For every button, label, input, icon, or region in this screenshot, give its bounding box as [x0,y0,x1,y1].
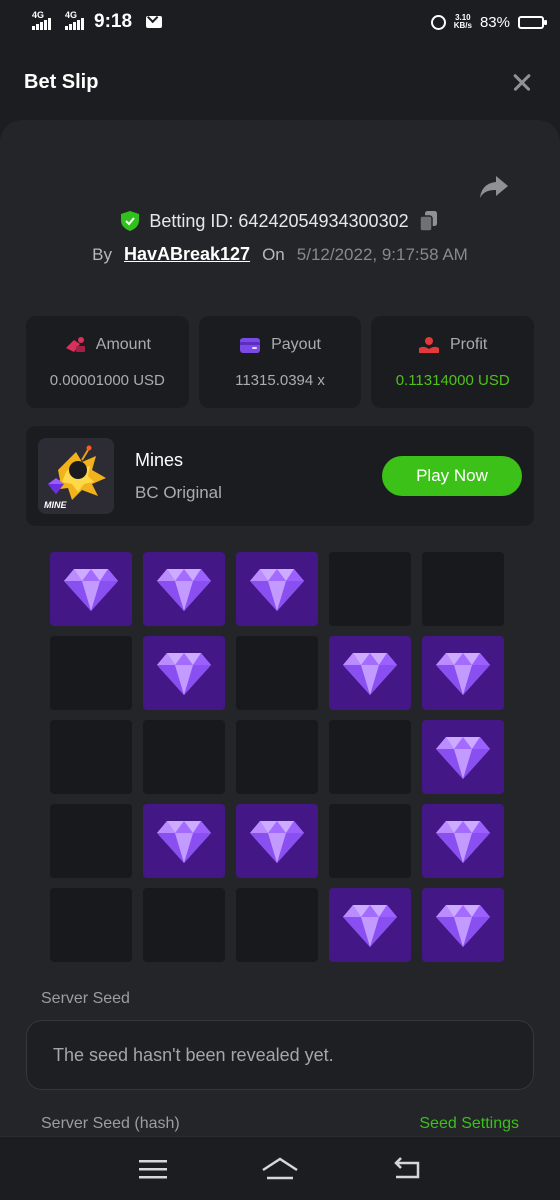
gem-icon [250,569,304,611]
empty-tile[interactable] [50,804,132,878]
game-provider: BC Original [135,482,222,502]
gem-tile[interactable] [236,804,318,878]
status-bar: 4G 4G 9:18 3.10 KB/s 83% [0,0,560,44]
gem-tile[interactable] [143,804,225,878]
game-card: MINE Mines BC Original Play Now [26,426,534,526]
betting-id: Betting ID: 64242054934300302 [149,210,409,231]
empty-tile[interactable] [50,636,132,710]
stat-value: 0.11314000 USD [395,371,510,389]
gem-tile[interactable] [422,804,504,878]
server-seed-label: Server Seed [41,990,130,1007]
menu-icon[interactable] [133,1154,173,1184]
mail-icon [146,16,163,28]
stat-profit: Profit 0.11314000 USD [371,316,535,408]
bet-stats: Amount 0.00001000 USD Payout 11315.0394 … [26,316,535,408]
game-name: Mines [135,449,184,470]
game-thumb-text: MINE [44,500,67,510]
username-link[interactable]: HavABreak127 [124,244,250,265]
empty-tile[interactable] [329,720,411,794]
gem-tile[interactable] [236,552,318,626]
game-thumbnail[interactable]: MINE [38,438,114,514]
empty-tile[interactable] [236,888,318,962]
empty-tile[interactable] [329,804,411,878]
gem-icon [343,653,397,695]
bet-datetime: 5/12/2022, 9:17:58 AM [296,245,468,264]
gem-tile[interactable] [143,636,225,710]
amount-icon [65,336,85,352]
gem-icon [64,569,118,611]
wallet-icon [240,337,261,353]
gem-tile[interactable] [329,888,411,962]
back-icon[interactable] [387,1154,427,1184]
gem-tile[interactable] [50,552,132,626]
gem-icon [436,737,490,779]
gem-icon [343,905,397,947]
copy-icon[interactable] [418,210,439,232]
gem-icon [436,821,490,863]
bet-author-row: By HavABreak127 On 5/12/2022, 9:17:58 AM [0,244,560,265]
empty-tile[interactable] [329,552,411,626]
net-speed-unit: KB/s [453,21,472,30]
empty-tile[interactable] [143,720,225,794]
play-now-button[interactable]: Play Now [382,456,522,496]
signal-icon: 4G [65,10,84,30]
gem-tile[interactable] [143,552,225,626]
battery-icon [518,15,547,29]
gem-icon [157,569,211,611]
stat-amount: Amount 0.00001000 USD [26,316,189,408]
home-icon[interactable] [260,1154,300,1184]
stat-label: Payout [271,335,321,353]
profit-icon [419,336,439,353]
network-speed: 3.10 KB/s [454,14,472,30]
gem-tile[interactable] [422,888,504,962]
network-type-label: 4G [65,10,78,20]
empty-tile[interactable] [50,720,132,794]
empty-tile[interactable] [236,720,318,794]
alarm-icon [430,14,446,30]
empty-tile[interactable] [422,552,504,626]
stat-label: Amount [95,335,151,353]
stat-payout: Payout 11315.0394 x [198,316,362,408]
server-seed-field[interactable]: The seed hasn't been revealed yet. [26,1020,534,1090]
page-title: Bet Slip [24,70,99,93]
bet-slip-header: Bet Slip [0,44,560,120]
bet-slip-card: Betting ID: 64242054934300302 By HavABre… [0,120,560,1136]
gem-icon [436,653,490,695]
gem-tile[interactable] [422,636,504,710]
on-label: On [262,245,285,264]
gem-icon [157,653,211,695]
clock: 9:18 [94,11,133,32]
system-nav-bar [0,1136,560,1200]
by-label: By [92,245,112,264]
gem-tile[interactable] [329,636,411,710]
betting-id-row: Betting ID: 64242054934300302 [0,210,560,232]
stat-label: Profit [450,335,488,353]
close-button[interactable] [508,68,536,96]
network-type-label: 4G [32,10,45,20]
gem-icon [250,821,304,863]
gem-icon [157,821,211,863]
gem-tile[interactable] [422,720,504,794]
stat-value: 11315.0394 x [235,371,325,389]
mines-grid [50,552,506,962]
signal-icon: 4G [32,10,51,30]
empty-tile[interactable] [143,888,225,962]
gem-icon [436,905,490,947]
empty-tile[interactable] [50,888,132,962]
battery-percent: 83% [479,13,510,31]
stat-value: 0.00001000 USD [49,371,165,389]
verified-shield-icon [121,211,140,231]
share-icon[interactable] [478,174,510,200]
empty-tile[interactable] [236,636,318,710]
server-seed-hash-label: Server Seed (hash) [41,1115,180,1132]
seed-settings-link[interactable]: Seed Settings [419,1115,519,1133]
